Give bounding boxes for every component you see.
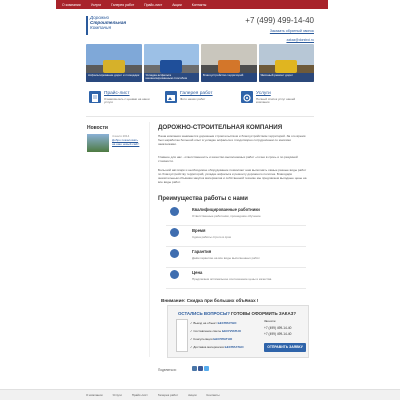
check-item: ✓ Консультация БЕСПЛАТНО (190, 337, 233, 341)
slide-3[interactable]: Благоустройство территорий (201, 44, 257, 82)
advantage-desc: Предлагаем оптимальное соотношение цены … (192, 277, 272, 281)
feature-services[interactable]: Услуги Полный список услуг нашей компани… (238, 90, 314, 108)
advantage-title: Квалифицированные работники (192, 207, 260, 212)
paver-image (160, 59, 183, 73)
logo[interactable]: Дорожно Строительная Компания (86, 15, 126, 37)
page: О компании Услуги Галерея работ Прайс-ли… (0, 0, 400, 400)
advantage-item: Гарантия Даём гарантию на все виды выпол… (166, 247, 306, 268)
footer-link[interactable]: Контакты (207, 393, 220, 397)
price-list-icon (89, 91, 101, 103)
feature-desc: Полный список услуг нашей компании (256, 97, 296, 105)
order-phone: +7 (499) 499-14-40 (264, 326, 292, 330)
intro-paragraph: Наша компания занимается дорожным строит… (158, 134, 306, 146)
feature-title[interactable]: Прайс-лист (104, 91, 130, 96)
truck-image (217, 59, 240, 73)
feature-title[interactable]: Услуги (256, 91, 271, 96)
workers-icon (170, 207, 179, 216)
nav-item-contacts[interactable]: Контакты (192, 3, 207, 7)
page-title: ДОРОЖНО-СТРОИТЕЛЬНАЯ КОМПАНИЯ (158, 124, 283, 131)
slide-1[interactable]: Асфальтирование дорог и площадок (86, 44, 142, 82)
discount-notice: Внимание: Скидка при больших объёмах ! (161, 298, 259, 303)
news-title: Новости (87, 125, 108, 131)
slide-2[interactable]: Укладка асфальта механизированным способ… (143, 44, 199, 82)
slide-4[interactable]: Ямочный ремонт дорог (258, 44, 314, 82)
nav-item-services[interactable]: Услуги (91, 3, 101, 7)
gallery-icon (165, 91, 177, 103)
callback-link[interactable]: Заказать обратный звонок (270, 29, 314, 33)
advantage-desc: Даём гарантию на все виды выполненных ра… (192, 256, 260, 260)
feature-desc: Ознакомьтесь с ценами на наши услуги (104, 97, 150, 105)
divider (86, 116, 314, 117)
slider: Асфальтирование дорог и площадок Укладка… (86, 44, 314, 82)
excavator-image (275, 59, 298, 73)
sidebar-divider (149, 122, 150, 357)
order-phone: +7 (499) 499-14-40 (264, 332, 292, 336)
clock-icon (170, 228, 179, 237)
advantage-separator (166, 288, 306, 289)
footer-link[interactable]: Акции (188, 393, 196, 397)
feature-gallery[interactable]: Галерея работ Фото наших работ (162, 90, 238, 108)
slide-caption: Ямочный ремонт дорог (258, 73, 314, 82)
intro-paragraph-3: Большой автопарк и необходимое оборудова… (158, 168, 307, 184)
nav-item-gallery[interactable]: Галерея работ (111, 3, 134, 7)
notepad-icon (176, 319, 188, 352)
advantage-desc: Сдача работы строго в срок (192, 235, 231, 239)
shield-icon (170, 249, 179, 258)
footer-link[interactable]: Прайс-лист (132, 393, 148, 397)
order-title-right: ГОТОВЫ ОФОРМИТЬ ЗАКАЗ? (231, 311, 297, 316)
logo-bar (86, 16, 88, 35)
intro-paragraph-2: Главное для нас - ответственность и каче… (158, 155, 298, 163)
advantages-title: Преимущества работы с нами (158, 196, 248, 202)
footer-link[interactable]: Услуги (113, 393, 122, 397)
advantage-title: Время (192, 228, 206, 233)
check-item: ✓ Составление сметы БЕСПЛАТНО (190, 329, 241, 333)
price-tag-icon (170, 270, 179, 279)
top-nav: О компании Услуги Галерея работ Прайс-ли… (56, 0, 328, 9)
slide-caption: Благоустройство территорий (201, 73, 257, 82)
nav-item-price[interactable]: Прайс-лист (144, 3, 162, 7)
footer-link[interactable]: Галерея работ (158, 393, 178, 397)
advantage-item: Квалифицированные работники Ответственны… (166, 205, 306, 226)
email-link[interactable]: zakaz@dorstroi.ru (286, 38, 314, 42)
feature-strip: Прайс-лист Ознакомьтесь с ценами на наши… (86, 90, 314, 108)
twitter-icon[interactable] (204, 366, 209, 371)
advantage-item: Время Сдача работы строго в срок (166, 226, 306, 247)
logo-line-3: Компания (90, 25, 112, 30)
slide-caption: Укладка асфальта механизированным способ… (143, 73, 199, 82)
feature-title[interactable]: Галерея работ (180, 91, 213, 96)
advantage-desc: Ответственные работники, прошедшие обуче… (192, 214, 261, 218)
feature-price[interactable]: Прайс-лист Ознакомьтесь с ценами на наши… (86, 90, 162, 108)
news-thumbnail[interactable] (87, 134, 109, 152)
footer-link[interactable]: О компании (86, 393, 103, 397)
advantage-item: Цена Предлагаем оптимальное соотношение … (166, 268, 306, 289)
advantage-title: Цена (192, 270, 203, 275)
vk-icon[interactable] (192, 366, 197, 371)
order-phone-label: Звоните: (264, 319, 277, 323)
slide-caption: Асфальтирование дорог и площадок (86, 73, 142, 82)
send-request-button[interactable]: ОТПРАВИТЬ ЗАЯВКУ (264, 343, 306, 352)
check-item: ✓ Доставка материалов БЕСПЛАТНО (190, 345, 244, 349)
order-title-left: ОСТАЛИСЬ ВОПРОСЫ? (178, 311, 230, 316)
facebook-icon[interactable] (198, 366, 203, 371)
header-phone: +7 (499) 499-14-40 (245, 16, 314, 25)
nav-item-about[interactable]: О компании (62, 3, 81, 7)
share-label: Поделиться: (158, 368, 177, 372)
road-roller-image (102, 59, 125, 73)
nav-item-promo[interactable]: Акции (172, 3, 181, 7)
footer-links: О компании Услуги Прайс-лист Галерея раб… (86, 393, 219, 397)
footer: О компании Услуги Прайс-лист Галерея раб… (0, 389, 400, 400)
services-icon (241, 91, 253, 103)
advantage-title: Гарантия (192, 249, 212, 254)
check-item: ✓ Выезд на объект БЕСПЛАТНО (190, 321, 237, 325)
order-box: ОСТАЛИСЬ ВОПРОСЫ? ГОТОВЫ ОФОРМИТЬ ЗАКАЗ?… (167, 305, 309, 358)
feature-desc: Фото наших работ (180, 97, 206, 101)
news-link[interactable]: Добро пожаловать на наш новый сайт! (112, 138, 142, 146)
